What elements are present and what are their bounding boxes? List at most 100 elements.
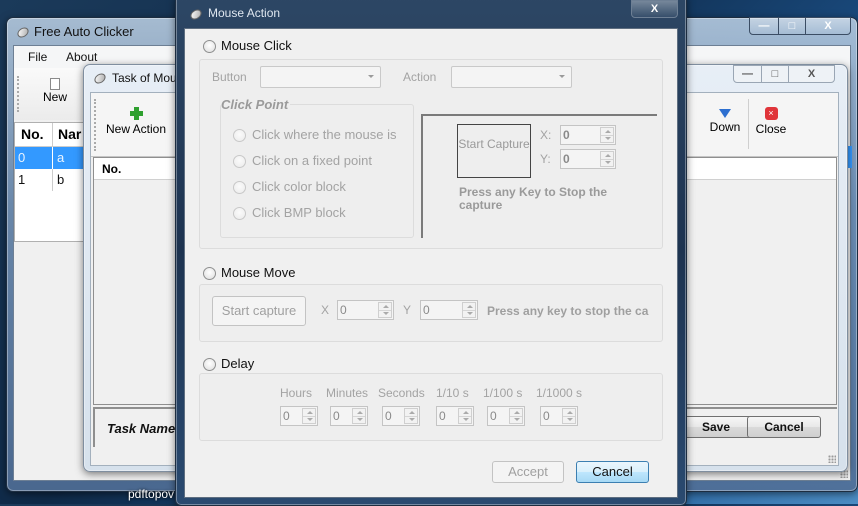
spinner-arrows-icon[interactable] (458, 408, 472, 424)
capture-x-label: X: (540, 128, 552, 142)
capture-y-label: Y: (540, 152, 551, 166)
mouse-move-label: Mouse Move (221, 265, 296, 280)
spinner-arrows-icon[interactable] (462, 302, 476, 318)
dialog-title: Mouse Action (208, 6, 281, 20)
delay-thousandths-label: 1/1000 s (536, 386, 583, 400)
mouse-click-label: Mouse Click (221, 38, 292, 53)
action-col-no[interactable]: No. (99, 158, 121, 180)
main-minimize-button[interactable]: — (749, 17, 779, 35)
menu-about[interactable]: About (66, 50, 97, 64)
spinner-arrows-icon[interactable] (600, 127, 614, 143)
row-name: a (57, 150, 65, 165)
click-point-group: Click Point Click where the mouse is Cli… (220, 97, 414, 238)
move-start-capture-button[interactable]: Start capture (212, 296, 306, 326)
move-y-input[interactable]: 0 (420, 300, 478, 320)
delay-seconds-value: 0 (385, 409, 392, 423)
delay-thousandths-value: 0 (543, 409, 550, 423)
app-mouse-icon (15, 25, 31, 40)
task-cancel-button[interactable]: Cancel (747, 416, 821, 438)
task-window-title: Task of Mou (112, 71, 177, 85)
click-color-block-label: Click color block (252, 179, 346, 194)
move-x-label: X (321, 303, 330, 317)
spinner-arrows-icon[interactable] (562, 408, 576, 424)
task-close-button[interactable]: X (788, 65, 835, 83)
spinner-arrows-icon[interactable] (600, 151, 614, 167)
accept-button[interactable]: Accept (492, 461, 564, 483)
click-point-title: Click Point (221, 97, 291, 112)
new-document-icon (50, 78, 60, 90)
capture-panel: Start Capture X: 0 Y: 0 Press any Key to… (421, 114, 657, 238)
dialog-cancel-button[interactable]: Cancel (576, 461, 649, 483)
click-where-mouse-radio[interactable] (233, 129, 246, 142)
delay-thousandths-input[interactable]: 0 (540, 406, 578, 426)
start-capture-button[interactable]: Start Capture (457, 124, 531, 178)
close-task-button[interactable]: × Close (751, 101, 791, 149)
click-bmp-block-radio[interactable] (233, 207, 246, 220)
mouse-click-group: Button Action Click Point Click where th… (199, 59, 663, 249)
delay-tenths-label: 1/10 s (436, 386, 469, 400)
button-select[interactable] (260, 66, 381, 88)
spinner-arrows-icon[interactable] (509, 408, 523, 424)
chevron-down-icon (559, 75, 565, 78)
delay-tenths-input[interactable]: 0 (436, 406, 474, 426)
delay-minutes-value: 0 (333, 409, 340, 423)
delay-minutes-input[interactable]: 0 (330, 406, 368, 426)
mouse-move-radio[interactable] (203, 267, 216, 280)
delay-hours-label: Hours (280, 386, 313, 400)
delay-tenths-value: 0 (439, 409, 446, 423)
save-label: Save (701, 420, 731, 434)
main-col-no[interactable]: No. (15, 123, 53, 147)
delay-hours-value: 0 (283, 409, 290, 423)
dialog-client: Mouse Click Button Action Click Point Cl… (184, 28, 678, 498)
delay-hundredths-input[interactable]: 0 (487, 406, 525, 426)
delay-minutes-label: Minutes (326, 386, 369, 400)
move-x-input[interactable]: 0 (337, 300, 394, 320)
click-where-mouse-label: Click where the mouse is (252, 127, 397, 142)
dialog-cancel-label: Cancel (592, 464, 633, 479)
delay-label: Delay (221, 356, 255, 371)
move-start-capture-label: Start capture (221, 303, 297, 318)
delay-seconds-label: Seconds (378, 386, 425, 400)
spinner-arrows-icon[interactable] (378, 302, 392, 318)
task-resize-grip[interactable] (828, 455, 836, 463)
task-minimize-button[interactable]: — (733, 65, 762, 83)
click-color-block-radio[interactable] (233, 181, 246, 194)
taskbar-item-label[interactable]: pdftopov (128, 487, 174, 501)
move-y-label: Y (403, 303, 412, 317)
capture-y-input[interactable]: 0 (560, 149, 616, 169)
task-window-caption-buttons: — □ X (733, 65, 837, 85)
down-button[interactable]: Down (705, 101, 745, 149)
capture-x-value: 0 (563, 128, 570, 142)
menu-file[interactable]: File (28, 50, 47, 64)
main-maximize-button[interactable]: □ (778, 17, 806, 35)
dialog-mouse-icon (188, 7, 204, 22)
spinner-arrows-icon[interactable] (404, 408, 418, 424)
capture-x-input[interactable]: 0 (560, 125, 616, 145)
delay-group: Hours 0 Minutes 0 Seconds 0 1/10 s 0 1/1… (199, 373, 663, 441)
main-window-title: Free Auto Clicker (34, 24, 134, 39)
new-action-button[interactable]: New Action (103, 101, 169, 149)
spinner-arrows-icon[interactable] (352, 408, 366, 424)
delay-radio[interactable] (203, 358, 216, 371)
main-window-caption-buttons: — □ X (749, 17, 853, 37)
task-maximize-button[interactable]: □ (761, 65, 789, 83)
new-action-label: New Action (105, 122, 167, 136)
task-toolbar-grip (94, 99, 96, 151)
mouse-action-dialog: Mouse Action X Mouse Click Button Action… (175, 0, 687, 506)
save-button[interactable]: Save (679, 416, 753, 438)
row-no: 1 (15, 169, 53, 191)
delay-hundredths-label: 1/100 s (483, 386, 523, 400)
main-close-button[interactable]: X (805, 17, 851, 35)
dialog-close-button[interactable]: X (631, 0, 678, 18)
delay-hundredths-value: 0 (490, 409, 497, 423)
down-label: Down (709, 120, 741, 134)
main-task-table: No. Nar 0 a 1 b (14, 122, 95, 242)
delay-hours-input[interactable]: 0 (280, 406, 318, 426)
click-fixed-point-radio[interactable] (233, 155, 246, 168)
spinner-arrows-icon[interactable] (302, 408, 316, 424)
action-select[interactable] (451, 66, 572, 88)
delay-seconds-input[interactable]: 0 (382, 406, 420, 426)
new-task-button[interactable]: New (32, 72, 78, 116)
mouse-click-radio[interactable] (203, 40, 216, 53)
capture-y-value: 0 (563, 152, 570, 166)
